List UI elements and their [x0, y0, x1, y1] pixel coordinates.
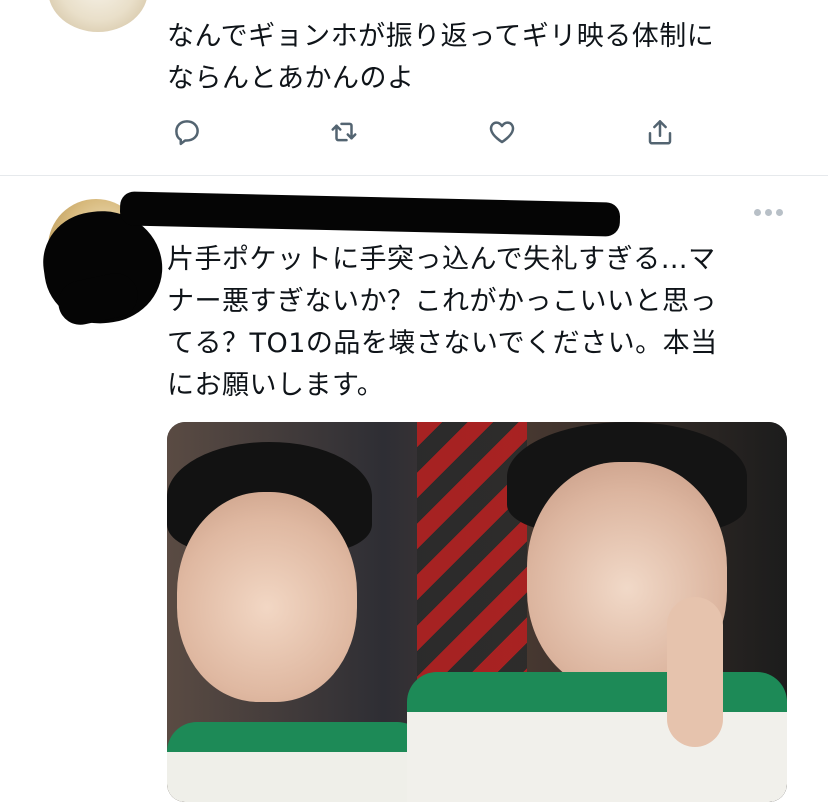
- tweet-text-line: にお願いします。: [167, 370, 385, 401]
- tweet-text: 片手ポケットに手突っ込んで失礼すぎる…マ ナー悪すぎないか？これがかっこいいと思…: [167, 239, 787, 407]
- tweet-2[interactable]: 片手ポケットに手突っ込んで失礼すぎる…マ ナー悪すぎないか？これがかっこいいと思…: [0, 177, 828, 802]
- tweet-text-line: 片手ポケットに手突っ込んで失礼すぎる…マ: [167, 244, 716, 275]
- more-dot: [776, 208, 783, 216]
- photo-detail: [667, 597, 723, 747]
- redaction-scribble: [119, 191, 621, 237]
- tweet-text-line: なんでギョンホが振り返ってギリ映る体制に: [167, 21, 715, 52]
- action-bar: [167, 112, 687, 152]
- reply-button[interactable]: [167, 112, 207, 152]
- like-icon: [489, 121, 515, 144]
- tweet-text: なんでギョンホが振り返ってギリ映る体制に ならんとあかんのよ: [167, 16, 787, 100]
- more-horizontal-icon[interactable]: [754, 205, 786, 219]
- tweet-1[interactable]: なんでギョンホが振り返ってギリ映る体制に ならんとあかんのよ: [0, 0, 828, 176]
- more-dot: [754, 208, 761, 216]
- more-dot: [765, 208, 772, 216]
- photo-detail: [177, 492, 357, 702]
- tweet-text-line: ナー悪すぎないか？これがかっこいいと思っ: [167, 286, 717, 317]
- tweet-text-line: ならんとあかんのよ: [167, 63, 415, 94]
- share-button[interactable]: [640, 112, 680, 152]
- retweet-icon: [331, 122, 357, 142]
- reply-icon: [175, 120, 199, 146]
- tweet-photo[interactable]: [167, 422, 787, 802]
- avatar[interactable]: [48, 0, 148, 32]
- retweet-button[interactable]: [324, 112, 364, 152]
- photo-detail: [407, 672, 787, 802]
- share-icon: [648, 120, 672, 145]
- like-button[interactable]: [482, 112, 522, 152]
- photo-detail: [167, 722, 427, 802]
- tweet-text-line: てる？TO1の品を壊さないでください。本当: [167, 328, 718, 359]
